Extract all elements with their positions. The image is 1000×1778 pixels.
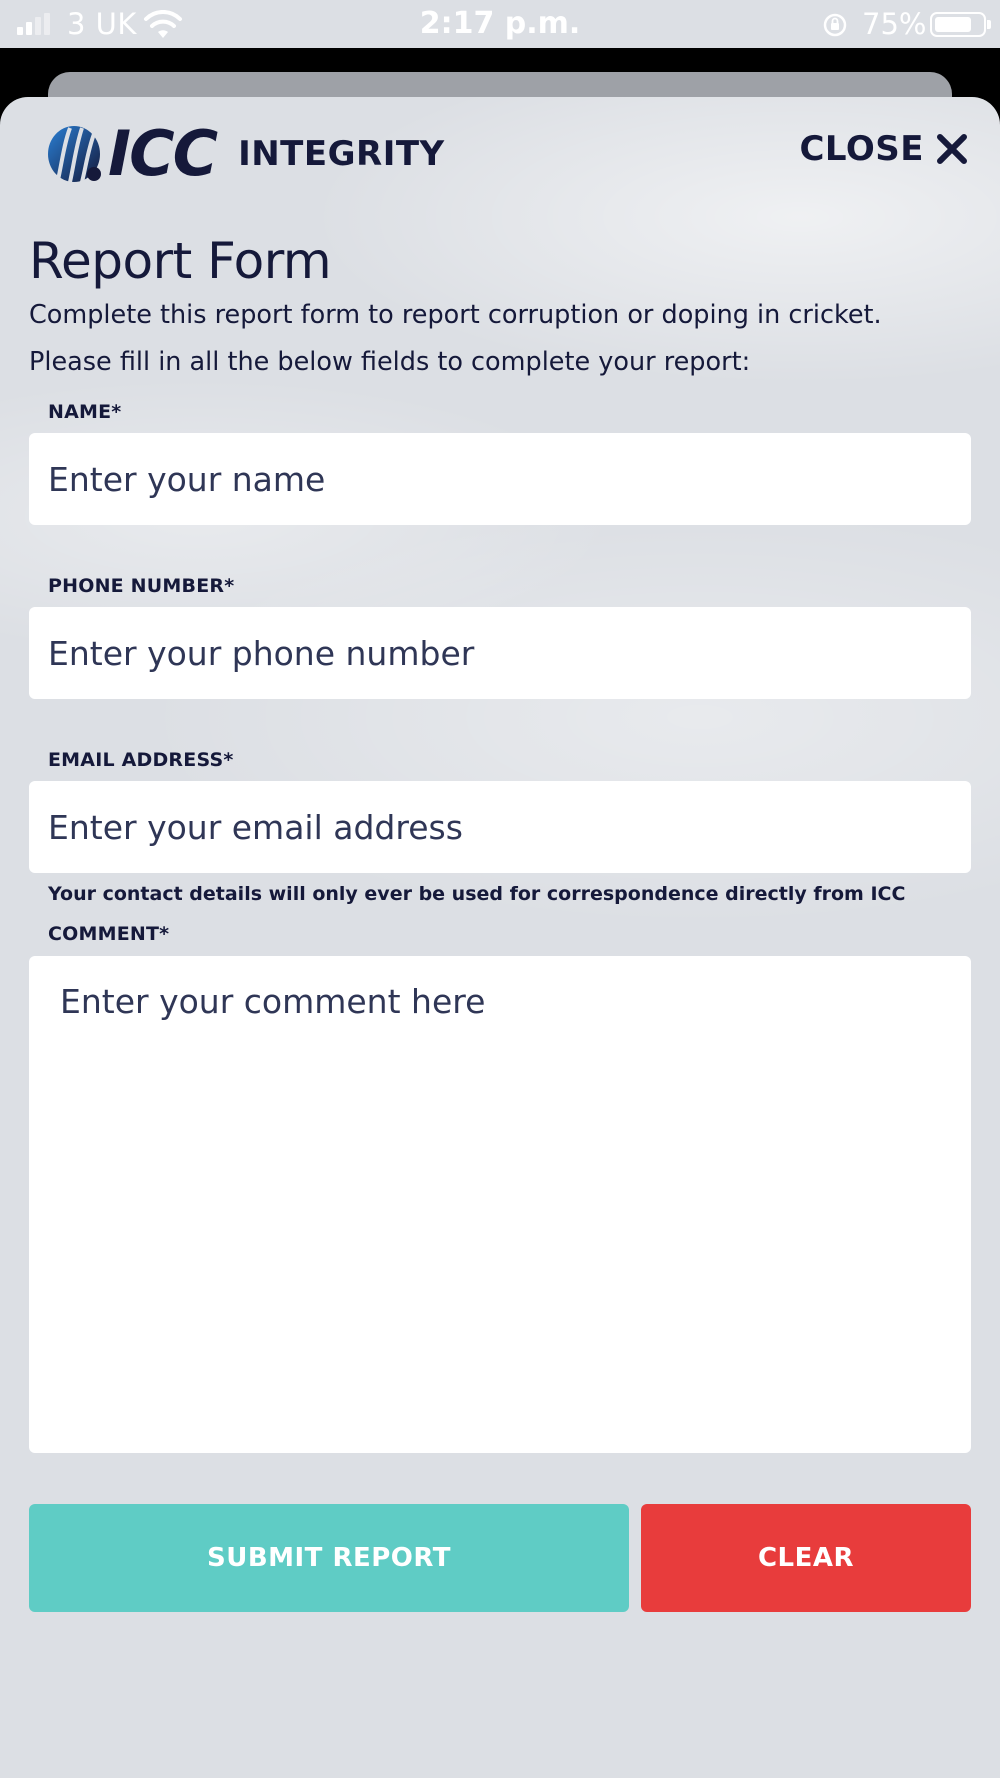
battery-fill bbox=[935, 17, 971, 32]
battery-icon bbox=[930, 12, 991, 37]
comment-textarea[interactable] bbox=[29, 956, 971, 1453]
page-title: Report Form bbox=[29, 232, 332, 290]
form-intro-text: Complete this report form to report corr… bbox=[29, 300, 882, 330]
close-label: CLOSE bbox=[799, 129, 924, 169]
battery-percentage: 75% bbox=[862, 7, 927, 41]
clear-button[interactable]: CLEAR bbox=[641, 1504, 971, 1612]
contact-details-note: Your contact details will only ever be u… bbox=[48, 883, 906, 905]
email-input[interactable] bbox=[29, 781, 971, 873]
close-icon bbox=[937, 134, 967, 164]
comment-label: COMMENT* bbox=[48, 923, 170, 945]
status-bar: 3 UK 2:17 p.m. 75% bbox=[0, 0, 1000, 48]
submit-report-button[interactable]: SUBMIT REPORT bbox=[29, 1504, 629, 1612]
logo-icc-text: ICC bbox=[108, 117, 218, 190]
orientation-lock-icon bbox=[823, 13, 847, 37]
close-button[interactable]: CLOSE bbox=[799, 129, 968, 169]
header: ICC INTEGRITY CLOSE bbox=[0, 97, 1000, 207]
phone-input[interactable] bbox=[29, 607, 971, 699]
battery-nub bbox=[987, 20, 991, 29]
phone-label: PHONE NUMBER* bbox=[48, 575, 235, 597]
icc-logo-icon bbox=[48, 125, 101, 182]
form-instructions-text: Please fill in all the below fields to c… bbox=[29, 347, 751, 377]
name-label: NAME* bbox=[48, 401, 122, 423]
email-label: EMAIL ADDRESS* bbox=[48, 749, 234, 771]
logo-integrity-text: INTEGRITY bbox=[238, 133, 445, 174]
status-time: 2:17 p.m. bbox=[419, 6, 581, 41]
icc-integrity-logo: ICC INTEGRITY bbox=[44, 117, 445, 190]
report-form-sheet: ICC INTEGRITY CLOSE Report Form Complete… bbox=[0, 97, 1000, 1778]
name-input[interactable] bbox=[29, 433, 971, 525]
